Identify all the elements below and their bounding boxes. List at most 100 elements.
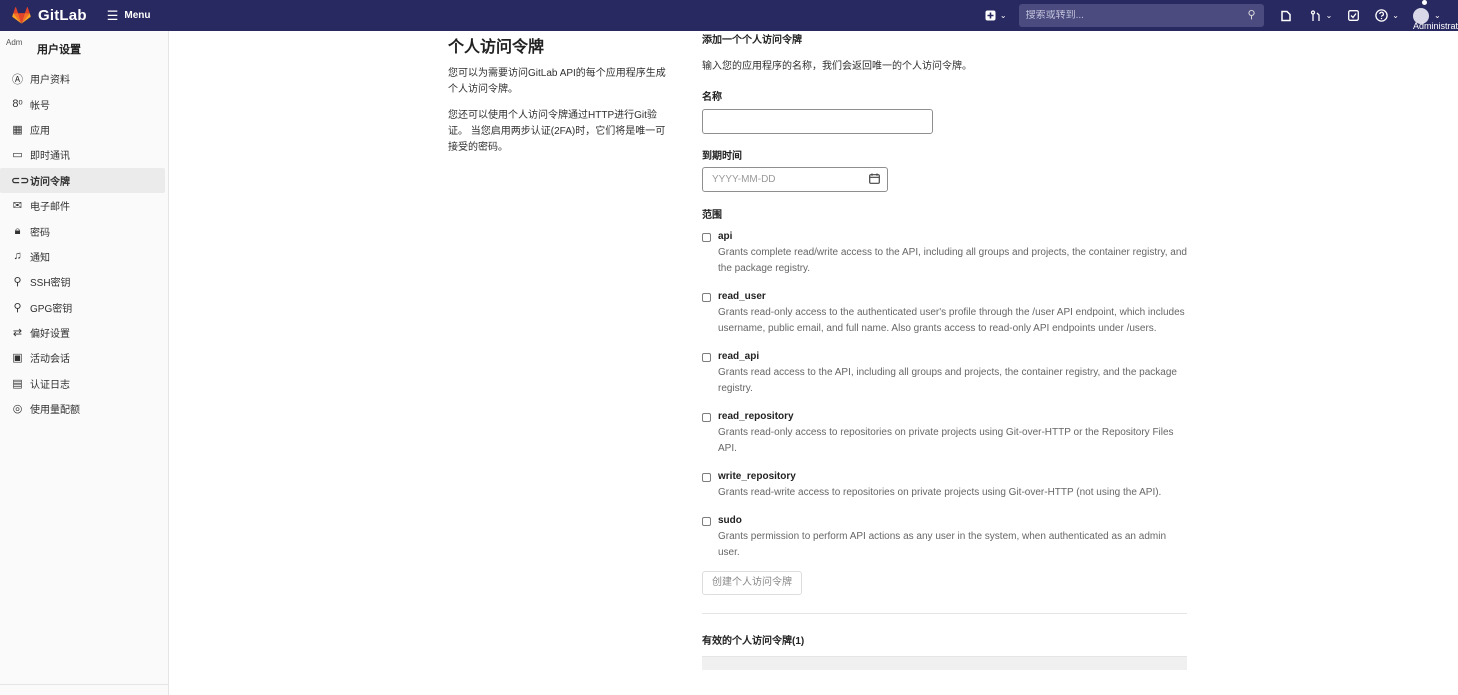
account-icon: 8ᵒ (12, 98, 23, 111)
scope-checkbox[interactable] (702, 473, 711, 482)
sidebar-item[interactable]: ▦ 应用 (0, 117, 168, 142)
scope-name[interactable]: write_repository (718, 470, 1187, 483)
sidebar: Adm 用户设置 Ⓐ 用户资料 8ᵒ 帐号 ▦ 应用 ▭ 即时通讯 ⊂⊃ 访问令牌 ✉ 电子邮件 🔒︎ 密… (0, 31, 169, 695)
scope-description: Grants read access to the API, including… (718, 367, 1177, 394)
avatar: Adm (6, 37, 23, 47)
sidebar-item-label: 应用 (30, 125, 50, 137)
sidebar-item-label: 即时通讯 (30, 151, 70, 163)
hamburger-icon: ☰ (106, 7, 119, 23)
monitor-icon: ▣ (12, 352, 23, 365)
sidebar-item[interactable]: ⚲ GPG密钥 (0, 295, 168, 320)
sidebar-item-label: 偏好设置 (30, 329, 70, 341)
issues-icon (1280, 10, 1291, 21)
sidebar-item[interactable]: ⊂⊃ 访问令牌 (0, 167, 165, 193)
lock-icon: 🔒︎ (14, 224, 21, 237)
scope-checkbox[interactable] (702, 353, 711, 362)
quota-icon: ◎ (12, 403, 23, 416)
merge-requests-dropdown[interactable]: ⌄ (1310, 9, 1333, 22)
search-icon[interactable]: ⚲ (1248, 8, 1256, 21)
todos-link[interactable] (1348, 10, 1360, 21)
key-icon: ⚲ (13, 276, 22, 289)
sidebar-item[interactable]: 8ᵒ 帐号 (0, 91, 168, 116)
sidebar-item-label: 活动会话 (30, 354, 70, 366)
sidebar-item[interactable]: ⚲ SSH密钥 (0, 269, 168, 294)
scope-description: Grants permission to perform API actions… (718, 531, 1167, 558)
sidebar-item[interactable]: ✉ 电子邮件 (0, 193, 168, 218)
sidebar-item-label: 认证日志 (30, 379, 70, 391)
sidebar-item[interactable]: 🔒︎ 密码 (0, 218, 168, 243)
scope-description: Grants read-write access to repositories… (718, 487, 1162, 498)
create-token-button[interactable]: 创建个人访问令牌 (702, 571, 802, 595)
bell-icon: ♫ (13, 250, 22, 263)
token-icon: ⊂⊃ (11, 174, 30, 187)
status-dot (1422, 0, 1427, 5)
calendar-icon[interactable] (869, 173, 880, 187)
scope-option: api Grants complete read/write access to … (702, 230, 1187, 277)
scope-checkbox[interactable] (702, 413, 711, 422)
sidebar-item-label: 帐号 (30, 100, 50, 112)
sidebar-header[interactable]: Adm 用户设置 (0, 31, 168, 66)
sidebar-item-label: 访问令牌 (30, 176, 70, 188)
sidebar-item[interactable]: ▭ 即时通讯 (0, 142, 168, 167)
sidebar-item-label: 通知 (30, 252, 50, 264)
add-token-form: 添加一个个人访问令牌 输入您的应用程序的名称，我们会返回唯一的个人访问令牌。 名… (702, 31, 1187, 670)
scope-name[interactable]: read_user (718, 290, 1187, 303)
sidebar-item[interactable]: Ⓐ 用户资料 (0, 66, 168, 91)
scope-checkbox[interactable] (702, 517, 711, 526)
email-icon: ✉ (12, 200, 23, 213)
scopes-label: 范围 (702, 210, 722, 221)
active-tokens-heading: 有效的个人访问令牌(1) (702, 636, 805, 647)
gitlab-logo-icon (12, 7, 31, 24)
scope-name[interactable]: api (718, 230, 1187, 243)
sidebar-item-label: 电子邮件 (30, 202, 70, 214)
search-box: ⚲ (1018, 4, 1264, 27)
scope-checkbox[interactable] (702, 233, 711, 242)
top-navbar: GitLab ☰ Menu ⌄ ⚲ ⌄ (0, 0, 1458, 31)
help-dropdown[interactable]: ⌄ (1375, 9, 1399, 22)
key-icon: ⚲ (13, 301, 22, 314)
brand-name: GitLab (38, 7, 87, 24)
user-menu[interactable]: ⌄ Administrator (1413, 0, 1458, 31)
help-icon (1375, 9, 1389, 22)
todo-icon (1348, 10, 1360, 21)
sidebar-item[interactable]: ◎ 使用量配额 (0, 396, 168, 421)
scope-name[interactable]: read_api (718, 350, 1187, 363)
chevron-down-icon: ⌄ (999, 11, 1007, 20)
sidebar-item-label: GPG密钥 (30, 303, 73, 315)
chevron-down-icon: ⌄ (1325, 11, 1333, 20)
menu-button[interactable]: ☰ Menu (107, 8, 151, 24)
chevron-down-icon: ⌄ (1392, 11, 1399, 20)
sidebar-item[interactable]: ▤ 认证日志 (0, 371, 168, 396)
user-name: Administrator (1413, 21, 1458, 31)
sidebar-title: 用户设置 (37, 43, 81, 56)
page-title: 个人访问令牌 (448, 39, 545, 56)
active-tokens-table (702, 656, 1187, 670)
scope-description: Grants read-only access to the authentic… (718, 307, 1185, 334)
scope-option: write_repository Grants read-write access… (702, 470, 1187, 501)
log-icon: ▤ (12, 377, 23, 390)
sidebar-item-label: 密码 (30, 227, 50, 239)
scope-option: read_user Grants read-only access to the … (702, 290, 1187, 337)
form-heading: 添加一个个人访问令牌 (702, 35, 802, 46)
expires-date-input[interactable] (712, 174, 852, 185)
new-dropdown[interactable]: ⌄ (985, 10, 1007, 21)
profile-icon: Ⓐ (12, 73, 23, 86)
scope-option: sudo Grants permission to perform API act… (702, 514, 1187, 561)
sidebar-item[interactable]: ⇄ 偏好设置 (0, 320, 168, 345)
issues-link[interactable] (1280, 10, 1292, 22)
token-name-input[interactable] (702, 109, 933, 134)
search-input[interactable] (1018, 10, 1264, 21)
scope-name[interactable]: read_repository (718, 410, 1187, 423)
sidebar-item-label: 使用量配额 (30, 405, 80, 417)
scope-name[interactable]: sudo (718, 514, 1187, 527)
merge-request-icon (1310, 9, 1320, 21)
divider (702, 613, 1187, 614)
gitlab-home-link[interactable]: GitLab (12, 0, 87, 31)
menu-label: Menu (124, 10, 151, 21)
sidebar-item[interactable]: ♫ 通知 (0, 244, 168, 269)
scope-description: Grants read-only access to repositories … (718, 427, 1174, 454)
description-text: 您可以为需要访问GitLab API的每个应用程序生成个人访问令牌。 (448, 68, 666, 95)
scope-checkbox[interactable] (702, 293, 711, 302)
description-text: 您还可以使用个人访问令牌通过HTTP进行Git验证。 当您启用两步认证(2FA)… (448, 110, 666, 153)
sidebar-item[interactable]: ▣ 活动会话 (0, 345, 168, 370)
